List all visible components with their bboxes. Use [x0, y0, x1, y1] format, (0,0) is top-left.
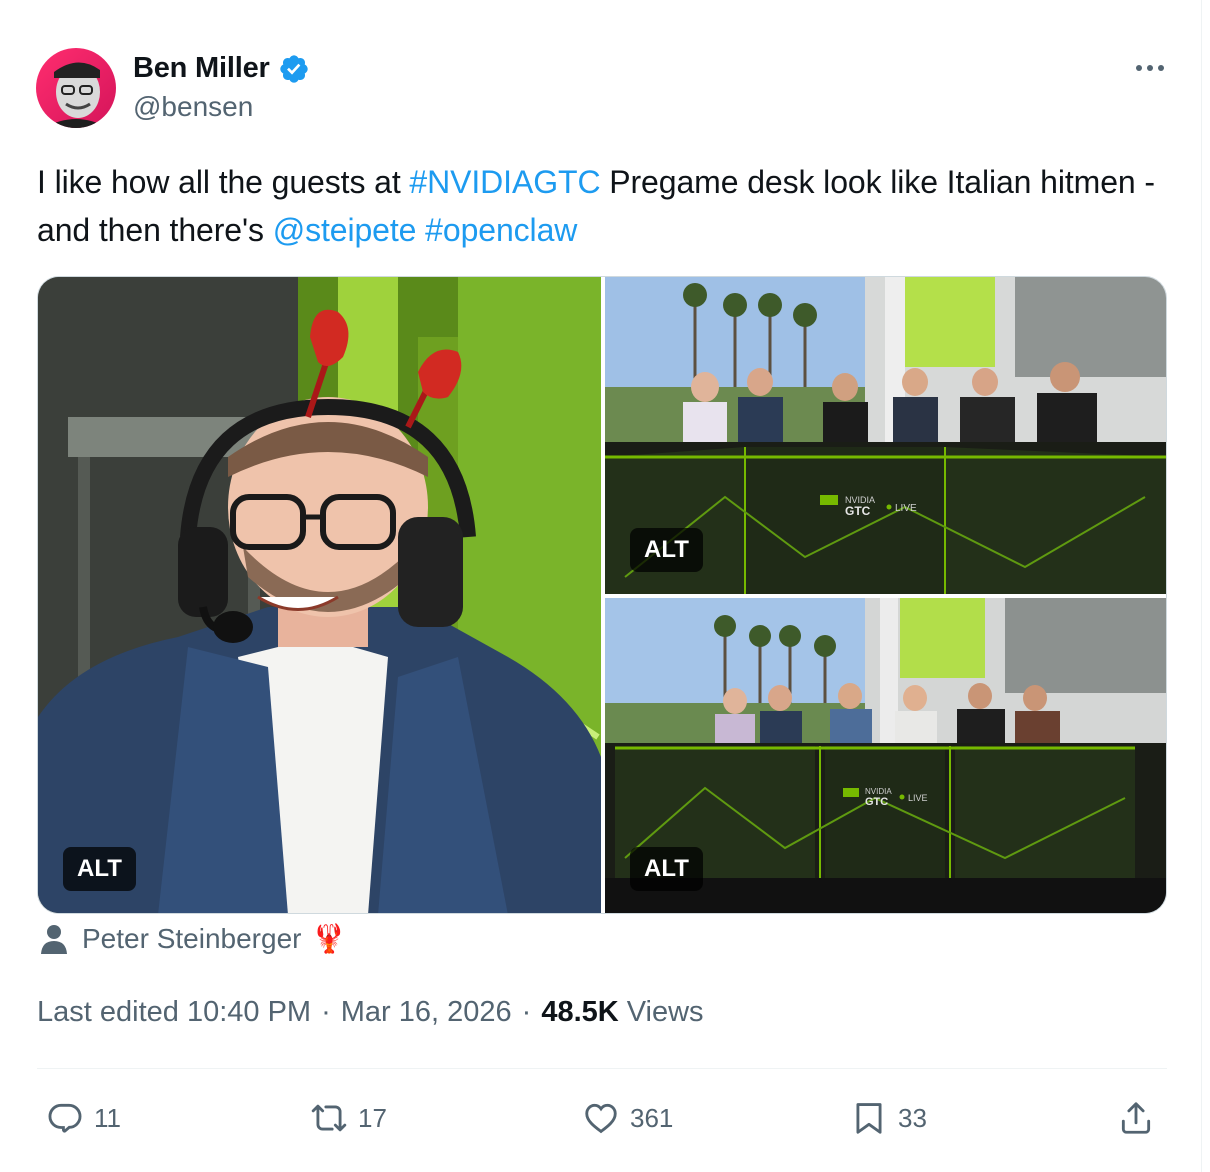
share-button[interactable] — [1117, 1090, 1155, 1146]
like-count: 361 — [630, 1102, 674, 1133]
repost-icon — [311, 1104, 347, 1132]
tweet-card: Ben Miller @bensen I like how all the gu… — [0, 0, 1202, 1172]
like-button[interactable]: 361 — [582, 1090, 673, 1146]
alt-text-badge[interactable]: ALT — [630, 847, 703, 891]
views-label: Views — [626, 996, 704, 1028]
desk-logo-sub: NVIDIA — [865, 787, 892, 796]
alt-text-badge[interactable]: ALT — [630, 528, 703, 572]
media-image-desk-panel-1[interactable]: NVIDIA GTC LIVE ALT — [605, 277, 1166, 594]
author-avatar[interactable] — [36, 48, 116, 128]
bookmark-icon — [856, 1103, 882, 1134]
tweet-meta: Last edited 10:40 PM · Mar 16, 2026 · 48… — [37, 996, 704, 1029]
desk-live-label: LIVE — [908, 793, 928, 803]
tweet-text-segment: I like how all the guests at — [37, 164, 410, 200]
heart-icon — [585, 1103, 617, 1134]
hashtag-openclaw-link[interactable]: #openclaw — [425, 212, 577, 248]
meta-separator: · — [321, 996, 331, 1028]
tweet-text: I like how all the guests at #NVIDIAGTC … — [37, 158, 1157, 254]
tagged-users[interactable]: Peter Steinberger 🦞 — [40, 922, 346, 955]
desk-logo-gtc: GTC — [865, 796, 888, 808]
media-image-desk-panel-2[interactable]: NVIDIA GTC LIVE ALT — [605, 598, 1166, 913]
repost-button[interactable]: 17 — [310, 1090, 387, 1146]
more-options-icon[interactable] — [1130, 52, 1170, 84]
last-edited-time[interactable]: Last edited 10:40 PM — [37, 996, 311, 1029]
divider — [37, 1068, 1167, 1069]
action-bar: 11 17 361 33 — [0, 1090, 1210, 1146]
reply-icon — [48, 1103, 82, 1133]
media-image-headset-portrait[interactable]: ALT — [38, 277, 601, 913]
bookmark-button[interactable]: 33 — [850, 1090, 927, 1146]
author-name-row[interactable]: Ben Miller — [133, 52, 310, 85]
desk-live-label: LIVE — [895, 503, 917, 514]
mention-steipete-link[interactable]: @steipete — [273, 212, 417, 248]
meta-separator: · — [521, 996, 532, 1028]
author-handle[interactable]: @bensen — [133, 91, 253, 123]
tweet-date[interactable]: Mar 16, 2026 — [341, 996, 512, 1029]
alt-text-badge[interactable]: ALT — [63, 847, 136, 891]
desk-logo-gtc: GTC — [845, 504, 871, 518]
reply-button[interactable]: 11 — [46, 1090, 121, 1146]
tagged-user-name[interactable]: Peter Steinberger — [82, 923, 301, 955]
repost-count: 17 — [358, 1102, 387, 1133]
share-icon — [1121, 1102, 1151, 1134]
views-count: 48.5K — [541, 996, 619, 1028]
tweet-text-segment — [416, 212, 425, 248]
verified-badge-icon[interactable] — [278, 53, 310, 85]
reply-count: 11 — [94, 1102, 121, 1133]
hashtag-nvidiagtc-link[interactable]: #NVIDIAGTC — [409, 164, 600, 200]
media-grid: ALT NVIDIA GTC LIVE ALT NVIDIA GTC LIVE … — [37, 276, 1167, 914]
lobster-emoji: 🦞 — [311, 923, 347, 954]
person-tag-icon — [40, 923, 68, 955]
bookmark-count: 33 — [898, 1102, 927, 1133]
author-display-name[interactable]: Ben Miller — [133, 52, 270, 85]
